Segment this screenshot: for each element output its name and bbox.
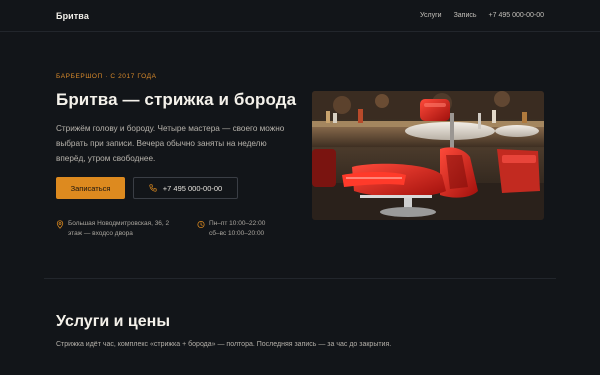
nav-link-booking[interactable]: Запись bbox=[454, 12, 477, 19]
nav-link-services[interactable]: Услуги bbox=[420, 12, 442, 19]
barbershop-interior-image bbox=[312, 91, 544, 220]
clock-icon bbox=[197, 220, 205, 229]
nav-link-phone[interactable]: +7 495 000-00-00 bbox=[489, 12, 544, 19]
hero-lead: Стрижём голову и бороду. Четыре мастера … bbox=[56, 124, 285, 163]
section-divider bbox=[44, 278, 556, 279]
hours-weekdays: Пн–пт 10:00–22:00 bbox=[209, 220, 266, 227]
hours-info: Пн–пт 10:00–22:00 сб–вс 10:00–20:00 bbox=[197, 219, 287, 238]
address-info: Большая Новодмитровская, 36, 2 этаж — вх… bbox=[56, 219, 186, 238]
barber-chair-photo bbox=[312, 91, 544, 220]
book-button[interactable]: Записаться bbox=[56, 177, 125, 199]
main-nav: Услуги Запись +7 495 000-00-00 bbox=[420, 12, 544, 19]
hero-eyebrow: БАРБЕРШОП · С 2017 ГОДА bbox=[56, 73, 157, 80]
phone-icon bbox=[149, 184, 157, 192]
top-navigation-bar: Бритва Услуги Запись +7 495 000-00-00 bbox=[0, 0, 600, 32]
address-line-1: Большая Новодмитровская, 36, 2 bbox=[68, 220, 170, 227]
hero-title: Бритва — стрижка и борода bbox=[56, 90, 297, 109]
address-line-2: этаж — входсо двора bbox=[68, 229, 133, 237]
phone-button[interactable]: +7 495 000-00-00 bbox=[133, 177, 238, 199]
location-pin-icon bbox=[56, 220, 64, 229]
brand-logo[interactable]: Бритва bbox=[56, 11, 89, 21]
services-subtitle: Стрижка идёт час, комплекс «стрижка + бо… bbox=[56, 341, 392, 348]
services-title: Услуги и цены bbox=[56, 313, 170, 330]
hours-weekend: сб–вс 10:00–20:00 bbox=[209, 229, 265, 237]
phone-button-label: +7 495 000-00-00 bbox=[162, 183, 223, 193]
